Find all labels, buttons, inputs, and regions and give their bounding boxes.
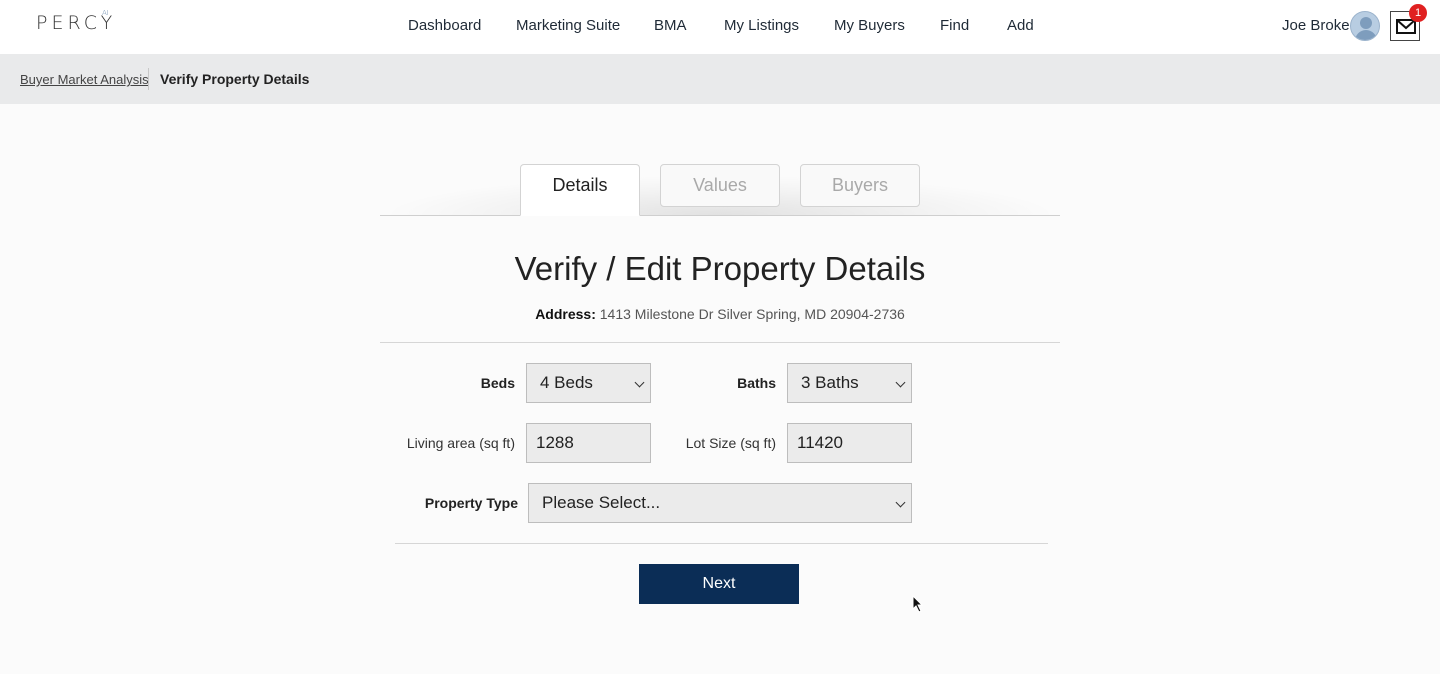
tab-values[interactable]: Values [660, 164, 780, 207]
tab-details[interactable]: Details [520, 164, 640, 216]
address-label: Address: [535, 306, 596, 322]
tab-buyers[interactable]: Buyers [800, 164, 920, 207]
beds-value: 4 Beds [540, 373, 593, 392]
property-type-value: Please Select... [542, 493, 661, 512]
baths-label: Baths [737, 375, 776, 391]
page-title: Verify / Edit Property Details [514, 250, 926, 287]
nav-add[interactable]: Add [1007, 17, 1034, 34]
divider [395, 543, 1048, 544]
logo-superscript: AI [102, 9, 109, 17]
property-address: Address: 1413 Milestone Dr Silver Spring… [380, 306, 1060, 322]
breadcrumb-separator [148, 68, 149, 90]
chevron-down-icon [895, 497, 906, 508]
tabs-baseline [380, 215, 1060, 216]
mouse-cursor-icon [912, 595, 924, 613]
avatar-head-shape [1360, 17, 1372, 29]
living-area-label: Living area (sq ft) [406, 435, 515, 451]
baths-select[interactable]: 3 Baths [787, 363, 912, 403]
beds-select[interactable]: 4 Beds [526, 363, 651, 403]
breadcrumb-current: Verify Property Details [160, 71, 310, 87]
avatar[interactable] [1350, 11, 1380, 41]
living-area-value: 1288 [536, 433, 574, 452]
property-type-select[interactable]: Please Select... [528, 483, 912, 523]
next-button[interactable]: Next [639, 564, 799, 604]
nav-marketing-suite[interactable]: Marketing Suite [516, 17, 620, 34]
address-value: 1413 Milestone Dr Silver Spring, MD 2090… [599, 306, 905, 322]
beds-label: Beds [480, 375, 515, 391]
lot-size-value: 11420 [797, 433, 844, 452]
notification-badge: 1 [1409, 4, 1427, 22]
nav-bma[interactable]: BMA [654, 17, 687, 34]
lot-size-label: Lot Size (sq ft) [685, 435, 776, 451]
nav-dashboard[interactable]: Dashboard [408, 17, 481, 34]
nav-my-buyers[interactable]: My Buyers [834, 17, 905, 34]
breadcrumb: Buyer Market Analysis Verify Property De… [0, 54, 1440, 104]
divider [380, 342, 1060, 343]
chevron-down-icon [895, 377, 906, 388]
property-type-label: Property Type [424, 495, 518, 511]
avatar-body-shape [1355, 30, 1377, 40]
user-name[interactable]: Joe Broker [1282, 17, 1355, 34]
nav-find[interactable]: Find [940, 17, 969, 34]
living-area-input[interactable]: 1288 [526, 423, 651, 463]
breadcrumb-parent-link[interactable]: Buyer Market Analysis [20, 72, 149, 87]
chevron-down-icon [634, 377, 645, 388]
baths-value: 3 Baths [801, 373, 859, 392]
percy-logo[interactable]: PERCY AI [36, 9, 116, 34]
envelope-icon [1396, 19, 1416, 34]
lot-size-input[interactable]: 11420 [787, 423, 912, 463]
top-navbar: PERCY AI Dashboard Marketing Suite BMA M… [0, 0, 1440, 54]
nav-my-listings[interactable]: My Listings [724, 17, 799, 34]
